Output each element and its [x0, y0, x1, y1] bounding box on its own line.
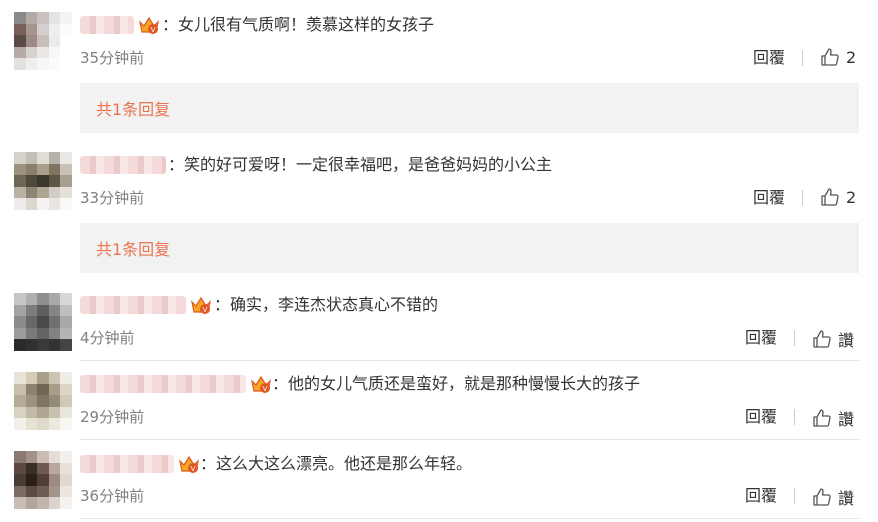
comment-time: 29分钟前	[80, 408, 145, 426]
avatar[interactable]	[14, 12, 72, 70]
reply-button[interactable]: 回覆	[753, 187, 785, 209]
comment-time: 36分钟前	[80, 487, 145, 505]
comment-text: ：女儿很有气质啊！羡慕这样的女孩子	[162, 15, 435, 34]
avatar[interactable]	[14, 293, 72, 351]
comment-time: 33分钟前	[80, 189, 145, 207]
comment-time: 4分钟前	[80, 329, 135, 347]
like-button[interactable]: 讚	[812, 327, 854, 351]
svg-text:V: V	[203, 306, 208, 314]
divider	[80, 360, 860, 361]
separator	[794, 409, 795, 425]
username-blurred[interactable]: V	[80, 372, 272, 396]
svg-text:V: V	[191, 465, 196, 473]
like-label: 讚	[838, 489, 855, 508]
thumbs-up-icon	[813, 409, 831, 427]
view-replies-link[interactable]: 共1条回复	[96, 236, 170, 260]
like-button[interactable]: 讚	[812, 485, 854, 509]
like-label: 讚	[838, 410, 855, 429]
reply-button[interactable]: 回覆	[745, 327, 777, 349]
username-blurred[interactable]: V	[80, 452, 200, 476]
thumbs-up-icon	[821, 48, 839, 66]
replies-box[interactable]: 共1条回复	[80, 83, 859, 133]
vip-crown-icon: V	[190, 295, 212, 315]
comment-time: 35分钟前	[80, 49, 145, 67]
separator	[794, 330, 795, 346]
thumbs-up-icon	[813, 330, 831, 348]
reply-button[interactable]: 回覆	[745, 485, 777, 507]
separator	[802, 50, 803, 66]
like-count: 2	[846, 47, 857, 67]
vip-crown-icon: V	[250, 374, 272, 394]
thumbs-up-icon	[813, 488, 831, 506]
replies-box[interactable]: 共1条回复	[80, 223, 859, 273]
vip-crown-icon: V	[138, 15, 160, 35]
avatar[interactable]	[14, 372, 72, 430]
avatar[interactable]	[14, 152, 72, 210]
svg-text:V: V	[151, 26, 156, 34]
like-button[interactable]: 2	[820, 187, 856, 207]
username-blurred[interactable]: V	[80, 293, 212, 317]
thumbs-up-icon	[821, 188, 839, 206]
separator	[794, 488, 795, 504]
like-button[interactable]: 讚	[812, 406, 854, 430]
svg-text:V: V	[263, 385, 268, 393]
like-count: 2	[846, 187, 857, 207]
comment-text: ：确实，李连杰状态真心不错的	[214, 295, 439, 314]
divider	[80, 439, 860, 440]
like-button[interactable]: 2	[820, 47, 856, 67]
reply-button[interactable]: 回覆	[753, 47, 785, 69]
vip-crown-icon: V	[178, 454, 200, 474]
like-label: 讚	[838, 331, 855, 350]
comment-text: ：他的女儿气质还是蛮好，就是那种慢慢长大的孩子	[272, 374, 641, 393]
divider	[80, 518, 860, 519]
username-blurred[interactable]	[80, 153, 166, 177]
reply-button[interactable]: 回覆	[745, 406, 777, 428]
avatar[interactable]	[14, 451, 72, 509]
view-replies-link[interactable]: 共1条回复	[96, 96, 170, 120]
comment-text: ：这么大这么漂亮。他还是那么年轻。	[200, 454, 473, 473]
separator	[802, 190, 803, 206]
comment-text: ：笑的好可爱呀！一定很幸福吧，是爸爸妈妈的小公主	[168, 155, 553, 174]
username-blurred[interactable]: V	[80, 13, 160, 37]
